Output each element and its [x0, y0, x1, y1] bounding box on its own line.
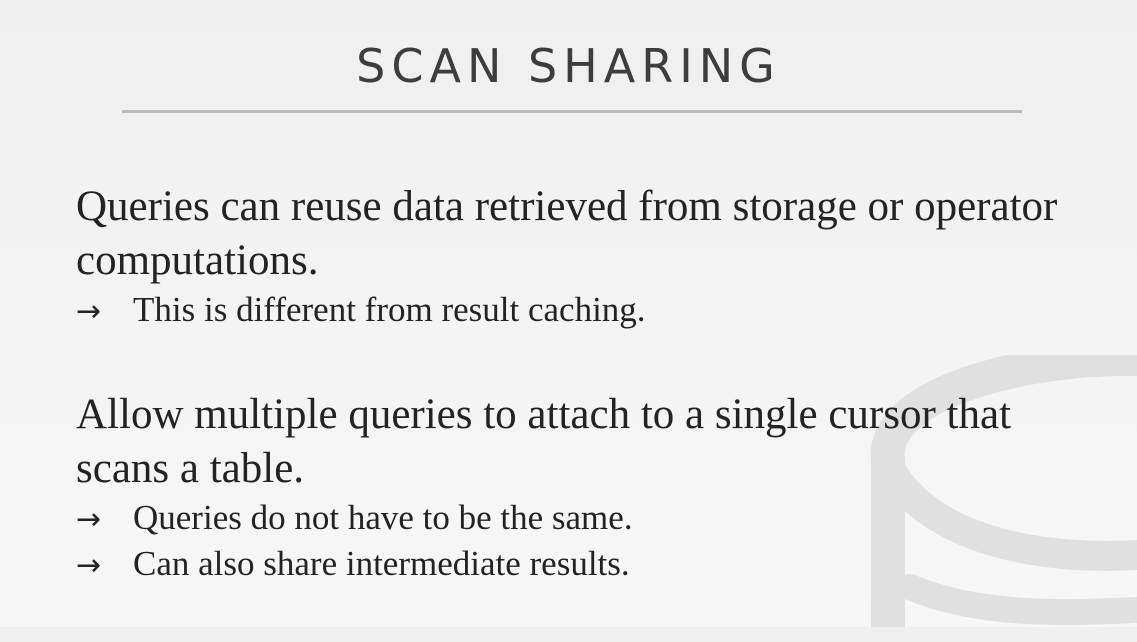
- title-divider: [122, 110, 1022, 113]
- sub-bullet: → Queries do not have to be the same.: [76, 496, 1076, 542]
- sub-bullet-text: This is different from result caching.: [133, 290, 646, 329]
- sub-bullet: → This is different from result caching.: [76, 288, 1076, 334]
- slide-title: SCAN SHARING: [356, 39, 781, 93]
- sub-bullet-text: Can also share intermediate results.: [133, 544, 630, 583]
- arrow-icon: →: [76, 548, 102, 583]
- bullet-item: Queries can reuse data retrieved from st…: [76, 180, 1076, 334]
- bullet-text: Queries can reuse data retrieved from st…: [76, 183, 1058, 284]
- arrow-icon: →: [76, 294, 102, 329]
- sub-bullet-text: Queries do not have to be the same.: [133, 498, 633, 537]
- arrow-icon: →: [76, 502, 102, 537]
- bullet-text: Allow multiple queries to attach to a si…: [76, 391, 1012, 492]
- bullet-item: Allow multiple queries to attach to a si…: [76, 388, 1076, 588]
- sub-bullet: → Can also share intermediate results.: [76, 542, 1076, 588]
- slide-content: Queries can reuse data retrieved from st…: [76, 180, 1076, 642]
